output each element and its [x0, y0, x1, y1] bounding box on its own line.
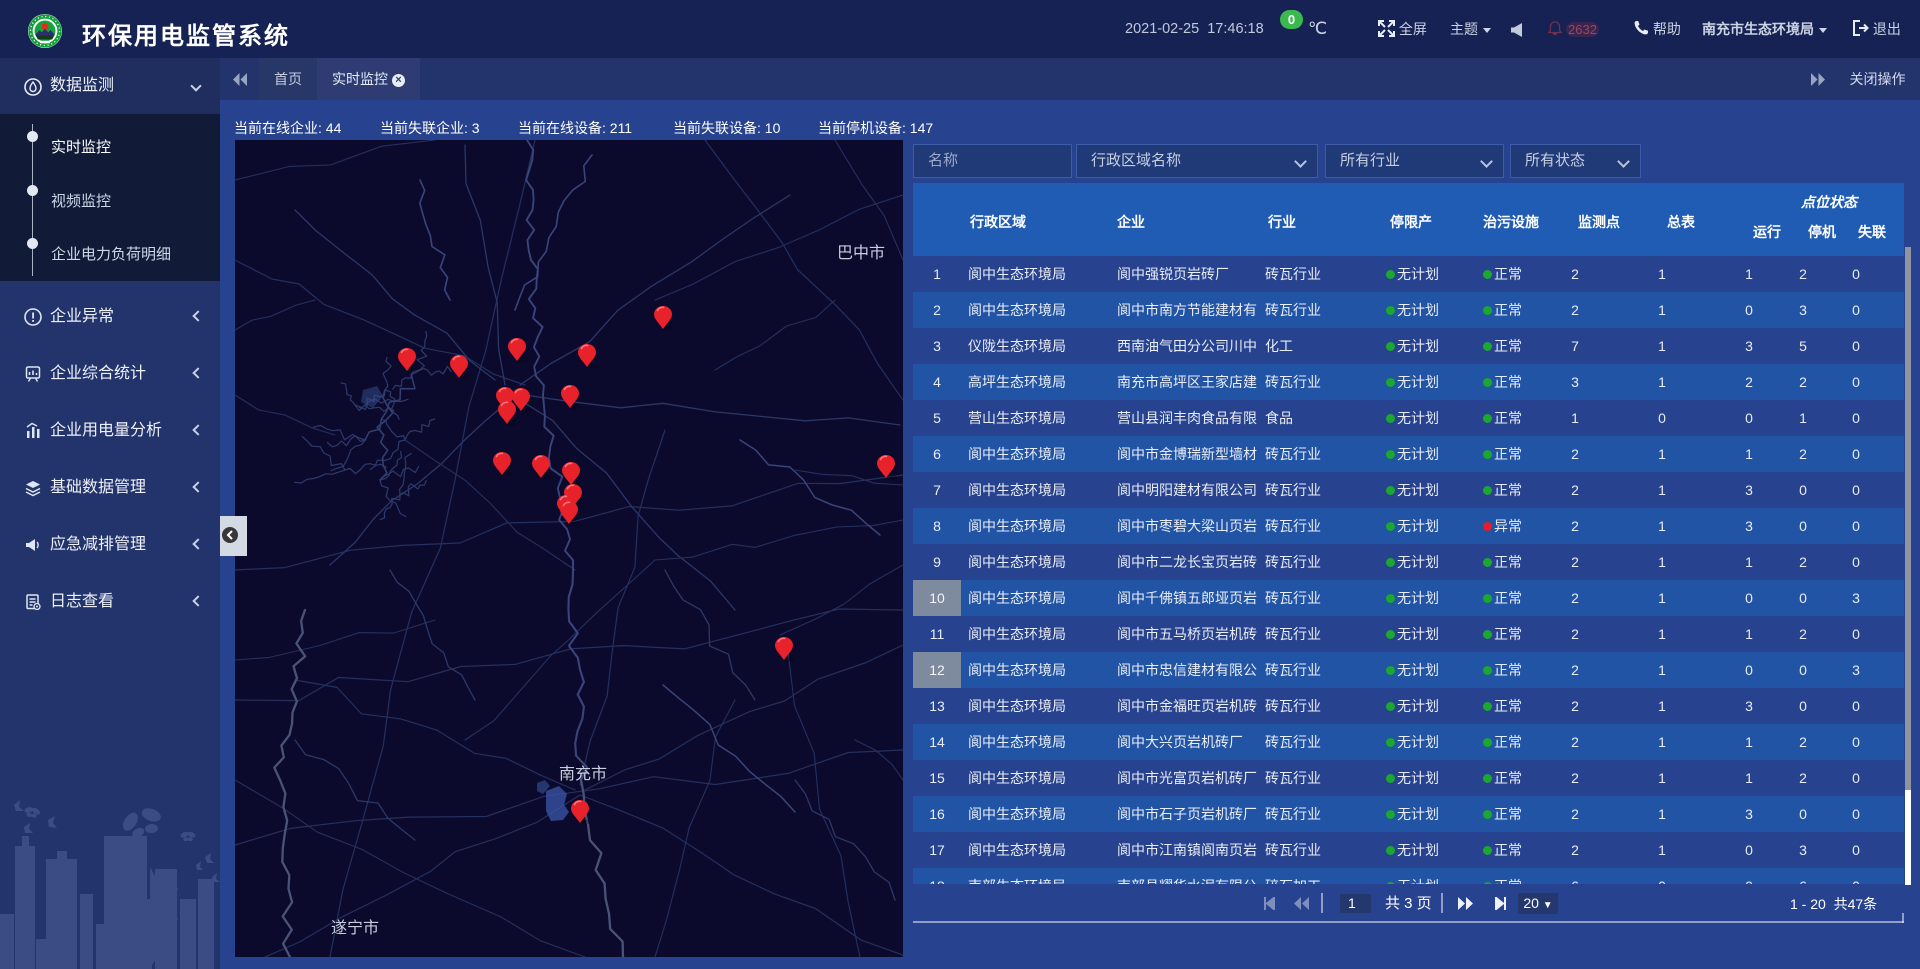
svg-text:南充市: 南充市 [559, 765, 607, 783]
svg-text:巴中市: 巴中市 [837, 244, 885, 262]
svg-text:遂宁市: 遂宁市 [331, 919, 379, 937]
